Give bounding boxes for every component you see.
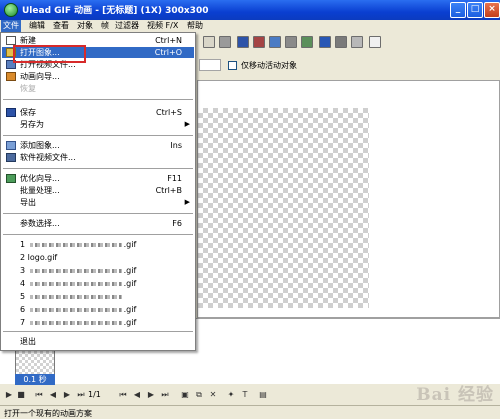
recent-file-5[interactable]: 5 bbox=[2, 291, 194, 302]
menu-video-fx[interactable]: 视频 F/X bbox=[145, 20, 180, 32]
frame-thumbnail[interactable] bbox=[15, 347, 55, 375]
add-video-icon bbox=[6, 153, 16, 162]
app-icon bbox=[4, 3, 18, 17]
recent-file-1[interactable]: 1 .gif bbox=[2, 239, 194, 250]
save-icon bbox=[6, 108, 16, 117]
frame-counter: 1/1 bbox=[88, 390, 101, 399]
first-frame-icon[interactable]: ⏮ bbox=[34, 390, 44, 400]
prev-icon[interactable]: ◀ bbox=[132, 390, 142, 400]
last-icon[interactable]: ⏭ bbox=[160, 390, 170, 400]
wizard-icon bbox=[6, 72, 16, 81]
resize-icon[interactable] bbox=[285, 36, 297, 48]
object-field[interactable] bbox=[199, 59, 221, 71]
duplicate-frame-icon[interactable]: ⧉ bbox=[194, 390, 204, 400]
menu-object[interactable]: 对象 bbox=[75, 20, 95, 32]
prev-frame-icon[interactable]: ◀ bbox=[48, 390, 58, 400]
last-frame-icon[interactable]: ⏭ bbox=[76, 390, 86, 400]
window-title: Ulead GIF 动画 - [无标题] (1X) 300x300 bbox=[22, 6, 209, 16]
menu-file[interactable]: 文件 bbox=[1, 20, 21, 32]
frame-delay[interactable]: 0.1 秒 bbox=[15, 374, 55, 385]
submenu-arrow-icon: ▶ bbox=[184, 120, 190, 128]
recent-file-4[interactable]: 4 .gif bbox=[2, 278, 194, 289]
menu-item-save-as[interactable]: 另存为 ▶ bbox=[2, 119, 194, 130]
menu-item-export[interactable]: 导出 ▶ bbox=[2, 197, 194, 208]
title-bar: Ulead GIF 动画 - [无标题] (1X) 300x300 _ □ × bbox=[0, 0, 500, 20]
play-icon[interactable]: ▶ bbox=[4, 390, 14, 400]
text-icon[interactable]: T bbox=[240, 390, 250, 400]
image-icon[interactable] bbox=[253, 36, 265, 48]
tools-icon[interactable] bbox=[335, 36, 347, 48]
recent-file-2[interactable]: 2 logo.gif bbox=[2, 252, 194, 263]
delete-frame-icon[interactable]: ✕ bbox=[208, 390, 218, 400]
stop-icon[interactable]: ■ bbox=[16, 390, 26, 400]
object-toolbar: 仅移动活动对象 bbox=[197, 56, 500, 76]
save-icon[interactable] bbox=[237, 36, 249, 48]
recent-file-7[interactable]: 7 .gif bbox=[2, 317, 194, 328]
menu-separator bbox=[3, 135, 193, 136]
recent-file-6[interactable]: 6 .gif bbox=[2, 304, 194, 315]
tween-icon[interactable]: ✦ bbox=[226, 390, 236, 400]
globe-icon[interactable] bbox=[319, 36, 331, 48]
preview-icon[interactable] bbox=[351, 36, 363, 48]
file-menu-dropdown: 新建 Ctrl+N 打开图象... Ctrl+O 打开视频文件... 动画向导.… bbox=[0, 32, 196, 351]
menu-item-revert: 恢复 bbox=[20, 84, 36, 93]
status-bar: 打开一个现有的动画方案 Bai 经验 bbox=[0, 385, 500, 419]
menu-separator bbox=[3, 331, 193, 332]
close-button[interactable]: × bbox=[484, 2, 500, 18]
workspace bbox=[197, 80, 500, 318]
maximize-button[interactable]: □ bbox=[467, 2, 483, 18]
menu-item-preferences[interactable]: 参数选择... F6 bbox=[2, 218, 194, 229]
add-image-icon bbox=[6, 141, 16, 150]
recent-file-3[interactable]: 3 .gif bbox=[2, 265, 194, 276]
add-frame-icon[interactable]: ▣ bbox=[180, 390, 190, 400]
status-text: 打开一个现有的动画方案 bbox=[4, 409, 92, 418]
only-moving-checkbox[interactable] bbox=[228, 61, 237, 70]
menu-item-optimize-wizard[interactable]: 优化向导... F11 bbox=[2, 173, 194, 184]
menu-item-exit[interactable]: 退出 bbox=[2, 336, 194, 347]
first-icon[interactable]: ⏮ bbox=[118, 390, 128, 400]
menu-bar: 文件 编辑 查看 对象 帧 过滤器 视频 F/X 帮助 bbox=[0, 20, 500, 32]
cut-icon[interactable] bbox=[203, 36, 215, 48]
menu-help[interactable]: 帮助 bbox=[185, 20, 205, 32]
menu-separator bbox=[3, 168, 193, 169]
menu-item-batch[interactable]: 批量处理... Ctrl+B bbox=[2, 185, 194, 196]
menu-filter[interactable]: 过滤器 bbox=[113, 20, 141, 32]
layers-icon[interactable] bbox=[301, 36, 313, 48]
crop-icon[interactable] bbox=[269, 36, 281, 48]
menu-frame[interactable]: 帧 bbox=[99, 20, 111, 32]
annotation-highlight-box bbox=[13, 45, 86, 63]
new-document-icon bbox=[6, 36, 16, 45]
next-frame-icon[interactable]: ▶ bbox=[62, 390, 72, 400]
watermark: Bai 经验 bbox=[416, 385, 494, 405]
properties-icon[interactable]: ▤ bbox=[258, 390, 268, 400]
menu-edit[interactable]: 编辑 bbox=[27, 20, 47, 32]
menu-item-save[interactable]: 保存 Ctrl+S bbox=[2, 107, 194, 118]
optimize-icon bbox=[6, 174, 16, 183]
menu-item-add-image[interactable]: 添加图象... Ins bbox=[2, 140, 194, 151]
image-canvas[interactable] bbox=[198, 108, 369, 308]
help-pointer-icon[interactable] bbox=[369, 36, 381, 48]
menu-item-add-video[interactable]: 软件视频文件... bbox=[2, 152, 194, 163]
only-moving-label: 仅移动活动对象 bbox=[241, 61, 297, 70]
menu-separator bbox=[3, 234, 193, 235]
copy-icon[interactable] bbox=[219, 36, 231, 48]
next-icon[interactable]: ▶ bbox=[146, 390, 156, 400]
menu-view[interactable]: 查看 bbox=[51, 20, 71, 32]
menu-separator bbox=[3, 213, 193, 214]
menu-item-animation-wizard[interactable]: 动画向导... bbox=[2, 71, 194, 82]
menu-separator bbox=[3, 99, 193, 100]
minimize-button[interactable]: _ bbox=[450, 2, 466, 18]
submenu-arrow-icon: ▶ bbox=[184, 198, 190, 206]
main-toolbar bbox=[197, 33, 500, 53]
